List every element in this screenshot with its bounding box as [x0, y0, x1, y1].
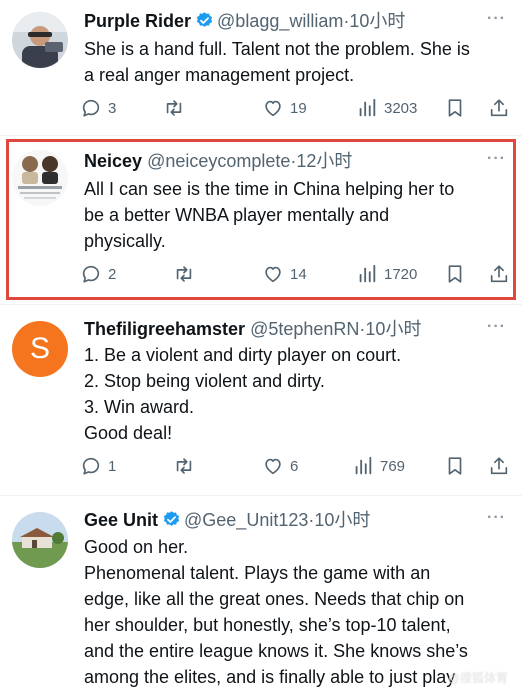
avatar-letter: S [29, 332, 50, 365]
tweet-line: Good on her. [84, 537, 189, 557]
verified-badge-icon [162, 510, 181, 535]
tweet-line: 2. Stop being violent and dirty. [84, 371, 325, 391]
like-count: 19 [290, 99, 307, 117]
avatar-purple-rider[interactable] [12, 12, 68, 68]
tweet-4[interactable]: Gee Unit @Gee_Unit123·10小时 ··· Good on he… [0, 496, 522, 690]
author-name[interactable]: Gee Unit [84, 510, 158, 530]
bookmark-button[interactable] [444, 452, 466, 480]
view-count: 769 [380, 457, 406, 475]
tweet-actions: 3 19 3203 [80, 94, 508, 122]
views-button[interactable]: 769 [352, 452, 405, 480]
tweet-text: 1. Be a violent and dirty player on cour… [84, 342, 508, 446]
verified-badge-icon [195, 11, 214, 36]
tweet-header: Gee Unit @Gee_Unit123·10小时 [84, 508, 370, 535]
watermark: @搜狐体育 [447, 671, 508, 685]
tweet-3[interactable]: S Thefiligreehamster @5tephenRN·10小时 ···… [0, 305, 522, 495]
bookmark-icon [444, 97, 466, 119]
highlight-box [6, 139, 516, 300]
like-button[interactable]: 19 [262, 94, 307, 122]
share-button[interactable] [488, 94, 510, 122]
tweet-actions: 1 6 769 [80, 452, 508, 480]
views-button[interactable]: 3203 [356, 94, 417, 122]
tweet-line: her shoulder, but honestly, she’s top-10… [84, 615, 451, 635]
author-handle[interactable]: @5tephenRN [250, 319, 359, 339]
tweet-line: among the elites, and is finally able to… [84, 667, 456, 687]
author-name[interactable]: Thefiligreehamster [84, 319, 245, 339]
tweet-line: Good deal! [84, 423, 173, 443]
author-handle[interactable]: @blagg_william [217, 11, 343, 31]
retweet-icon [172, 455, 196, 477]
bookmark-icon [444, 455, 466, 477]
tweet-text: She is a hand full. Talent not the probl… [84, 36, 508, 88]
views-icon [352, 455, 374, 477]
like-icon [262, 97, 284, 119]
tweet-header: Purple Rider @blagg_william·10小时 [84, 9, 405, 36]
more-icon[interactable]: ··· [487, 509, 506, 527]
author-name[interactable]: Purple Rider [84, 11, 191, 31]
timestamp[interactable]: 10小时 [365, 319, 421, 339]
share-button[interactable] [488, 452, 510, 480]
view-count: 3203 [384, 99, 418, 117]
author-handle[interactable]: @Gee_Unit123 [184, 510, 308, 530]
bookmark-button[interactable] [444, 94, 466, 122]
like-count: 6 [290, 457, 299, 475]
reply-count: 1 [108, 457, 117, 475]
tweet-line: 3. Win award. [84, 397, 195, 417]
reply-button[interactable]: 1 [80, 452, 116, 480]
timestamp[interactable]: 10小时 [314, 510, 370, 530]
tweet-line: a real anger management project. [84, 65, 355, 85]
tweet-line: and the entire league knows it. She know… [84, 641, 468, 661]
like-button[interactable]: 6 [262, 452, 298, 480]
more-icon[interactable]: ··· [487, 10, 506, 28]
share-icon [488, 455, 510, 477]
reply-icon [80, 455, 102, 477]
tweet-line: edge, like all the great ones. Needs tha… [84, 589, 465, 609]
reply-button[interactable]: 3 [80, 94, 116, 122]
tweet-line: Phenomenal talent. Plays the game with a… [84, 563, 431, 583]
tweet-text: Good on her. Phenomenal talent. Plays th… [84, 534, 508, 690]
tweet-header: Thefiligreehamster @5tephenRN·10小时 [84, 317, 421, 341]
avatar-thefiligreehamster[interactable]: S [12, 321, 68, 377]
reply-icon [80, 97, 102, 119]
views-icon [356, 97, 378, 119]
like-icon [262, 455, 284, 477]
reply-count: 3 [108, 99, 117, 117]
retweet-icon [162, 97, 186, 119]
tweet-line: She is a hand full. Talent not the probl… [84, 39, 470, 59]
avatar-gee-unit[interactable] [12, 512, 68, 568]
share-icon [488, 97, 510, 119]
tweet-line: 1. Be a violent and dirty player on cour… [84, 345, 402, 365]
retweet-button[interactable] [162, 94, 192, 122]
retweet-button[interactable] [172, 452, 202, 480]
timestamp[interactable]: 10小时 [349, 11, 405, 31]
more-icon[interactable]: ··· [487, 318, 506, 336]
tweet-1[interactable]: Purple Rider @blagg_william·10小时 ··· She … [0, 0, 522, 135]
